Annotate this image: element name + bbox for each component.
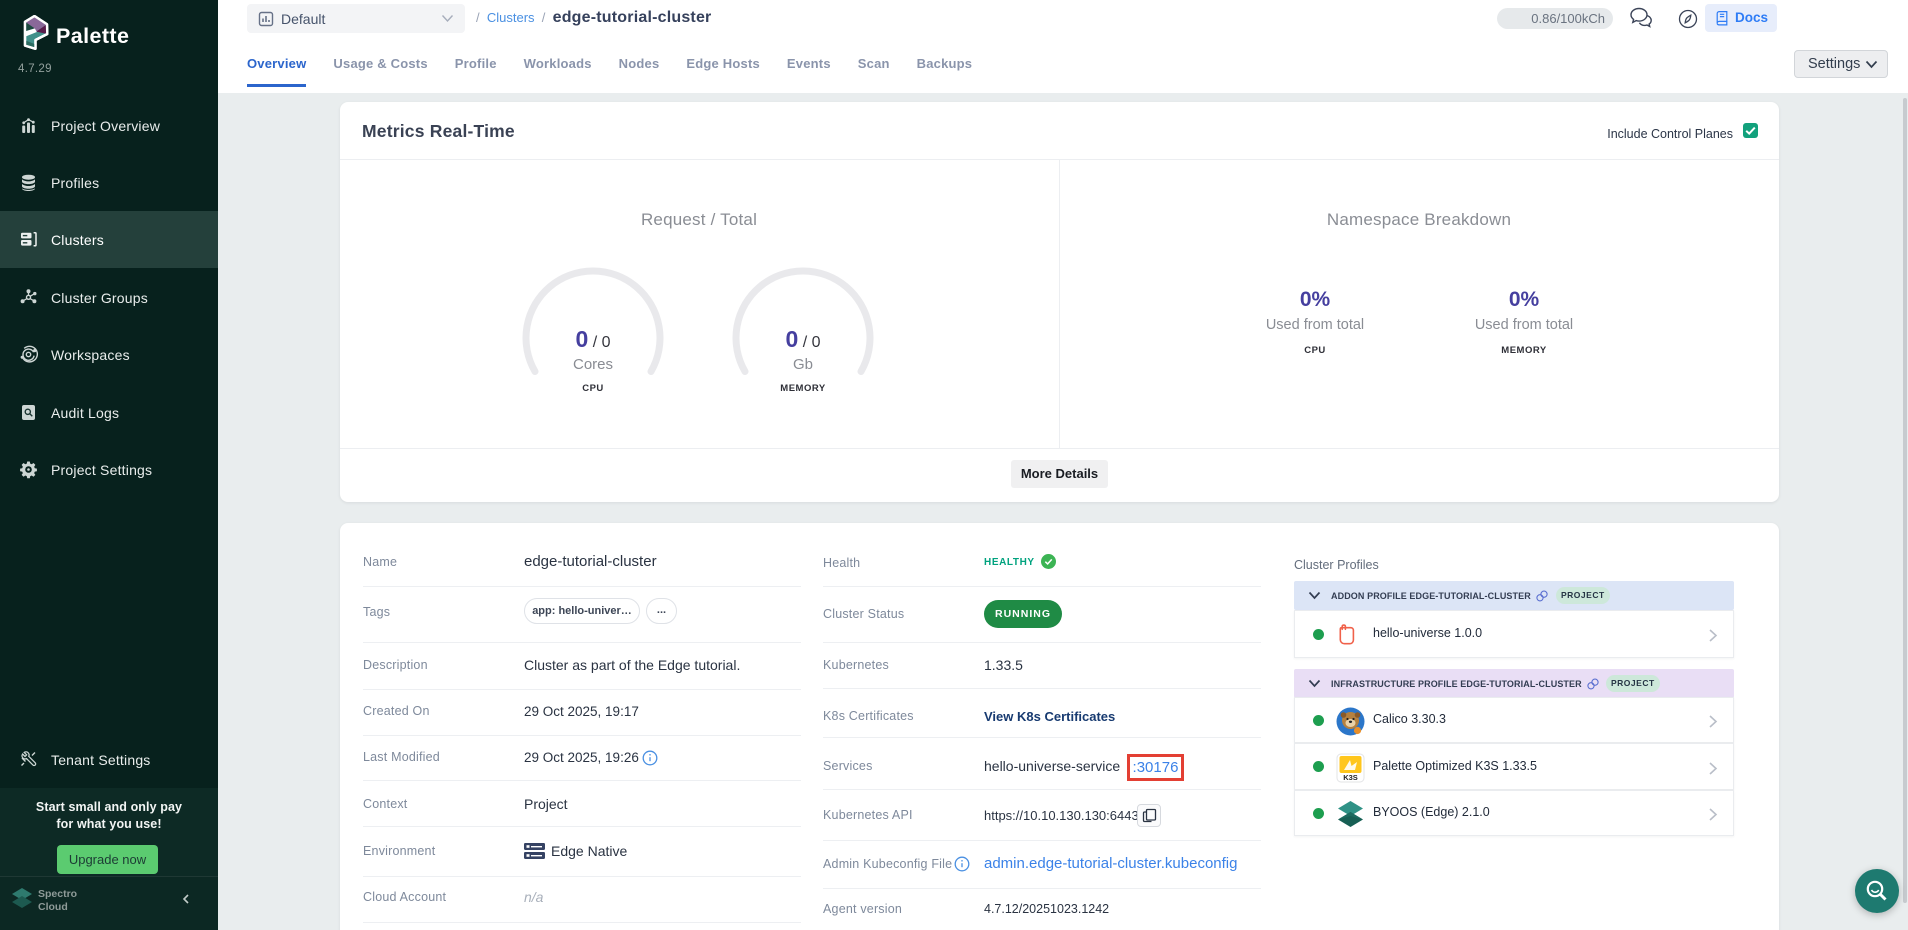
svg-text:K3S: K3S [1343,773,1358,782]
